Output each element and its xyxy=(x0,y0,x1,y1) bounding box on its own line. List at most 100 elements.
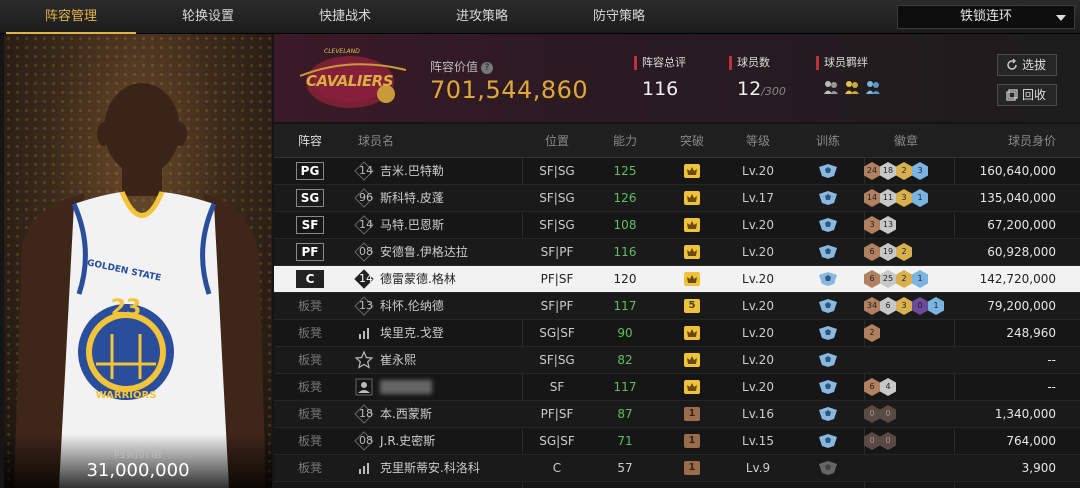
player-name[interactable]: J.R.史密斯 xyxy=(380,428,435,454)
table-row[interactable]: PF 08 安德鲁.伊格达拉 SF|PF 116 Lv.20 6 19 2 60,928,000 xyxy=(274,239,1080,266)
badge-count[interactable]: 3 xyxy=(864,216,880,234)
badge-count[interactable]: 4 xyxy=(880,378,896,396)
training-icon[interactable] xyxy=(817,298,839,314)
col-position[interactable]: 位置 xyxy=(526,124,588,158)
breakthrough-badge[interactable] xyxy=(684,218,700,232)
badge-count[interactable]: 34 xyxy=(864,297,880,315)
col-ability[interactable]: 能力 xyxy=(594,124,656,158)
badge-count[interactable]: 0 xyxy=(880,432,896,450)
table-row[interactable]: C 14 德雷蒙德.格林 PF|SF 120 Lv.20 6 25 2 1 142,720,000 xyxy=(274,266,1080,293)
training-icon[interactable] xyxy=(817,433,839,449)
training-icon[interactable] xyxy=(817,190,839,206)
tab-offense[interactable]: 进攻策略 xyxy=(413,0,551,34)
training-icon[interactable] xyxy=(817,163,839,179)
table-row[interactable]: 板凳 埃里克.戈登 SG|SF 90 Lv.20 2 248,960 xyxy=(274,320,1080,347)
breakthrough-badge[interactable] xyxy=(684,272,700,286)
player-name[interactable]: 克里斯蒂安.科洛科 xyxy=(380,455,480,481)
badge-count[interactable]: 6 xyxy=(880,297,896,315)
table-row[interactable]: 板凳 崔永熙 SF|SG 82 Lv.20 -- xyxy=(274,347,1080,374)
bench-slot[interactable]: 板凳 xyxy=(294,347,326,373)
badge-count[interactable]: 24 xyxy=(864,162,880,180)
badge-count[interactable]: 2 xyxy=(864,324,880,342)
training-icon[interactable] xyxy=(817,379,839,395)
badge-count[interactable]: 0 xyxy=(880,405,896,423)
lineup-slot[interactable]: SF xyxy=(296,216,324,234)
breakthrough-badge[interactable] xyxy=(684,191,700,205)
player-name[interactable]: 马特.巴恩斯 xyxy=(380,212,444,238)
badge-count[interactable]: 2 xyxy=(896,162,912,180)
bond-icons[interactable] xyxy=(816,78,882,96)
lineup-slot[interactable]: C xyxy=(296,270,324,288)
table-row[interactable]: SF 14 马特.巴恩斯 SF|SG 108 Lv.20 3 13 67,200,000 xyxy=(274,212,1080,239)
badge-count[interactable]: 1 xyxy=(912,189,928,207)
badge-count[interactable]: 3 xyxy=(912,162,928,180)
badge-count[interactable]: 19 xyxy=(880,243,896,261)
table-row[interactable]: SG 96 斯科特.皮蓬 SF|SG 126 Lv.17 14 11 3 1 135,040,000 xyxy=(274,185,1080,212)
training-icon[interactable] xyxy=(817,325,839,341)
badge-count[interactable]: 6 xyxy=(864,243,880,261)
training-icon[interactable] xyxy=(817,271,839,287)
lineup-slot[interactable]: PG xyxy=(296,162,324,180)
tab-defense[interactable]: 防守策略 xyxy=(550,0,688,34)
recycle-button[interactable]: 回收 xyxy=(997,84,1057,106)
badge-count[interactable]: 3 xyxy=(896,189,912,207)
col-player-name[interactable]: 球员名 xyxy=(358,124,418,158)
bond-icon-gold[interactable] xyxy=(843,78,861,96)
col-training[interactable]: 训练 xyxy=(798,124,858,158)
col-lineup[interactable]: 阵容 xyxy=(284,124,336,158)
tab-quick-tactics[interactable]: 快捷战术 xyxy=(276,0,414,34)
tab-rotation[interactable]: 轮换设置 xyxy=(139,0,277,34)
badge-count[interactable]: 0 xyxy=(864,432,880,450)
table-row[interactable]: 板凳 克里斯蒂安.科洛科 C 57 1 Lv.9 3,900 xyxy=(274,455,1080,482)
breakthrough-badge[interactable]: 5 xyxy=(684,299,700,313)
breakthrough-badge[interactable] xyxy=(684,164,700,178)
col-badges[interactable]: 徽章 xyxy=(874,124,938,158)
player-name[interactable]: 斯科特.皮蓬 xyxy=(380,185,444,211)
table-row[interactable]: 板凳 SF 117 Lv.20 6 4 -- xyxy=(274,374,1080,401)
badge-count[interactable]: 11 xyxy=(880,189,896,207)
breakthrough-badge[interactable]: 1 xyxy=(684,434,700,448)
player-name[interactable]: 科怀.伦纳德 xyxy=(380,293,444,319)
player-name[interactable]: 崔永熙 xyxy=(380,347,416,373)
breakthrough-badge[interactable] xyxy=(684,245,700,259)
bench-slot[interactable]: 板凳 xyxy=(294,374,326,400)
badge-count[interactable]: 13 xyxy=(880,216,896,234)
player-name[interactable]: 德雷蒙德.格林 xyxy=(380,266,456,292)
help-icon[interactable]: ? xyxy=(481,62,494,74)
breakthrough-badge[interactable] xyxy=(684,380,700,394)
table-row[interactable]: PG 14 吉米.巴特勒 SF|SG 125 Lv.20 24 18 2 3 160,640,000 xyxy=(274,158,1080,185)
breakthrough-badge[interactable]: 1 xyxy=(684,407,700,421)
badge-count[interactable]: 18 xyxy=(880,162,896,180)
table-row[interactable]: 板凳 18 本.西蒙斯 PF|SF 87 1 Lv.16 0 0 1,340,000 xyxy=(274,401,1080,428)
col-level[interactable]: 等级 xyxy=(728,124,788,158)
bond-icon-silver[interactable] xyxy=(822,78,840,96)
table-row[interactable]: 板凳 08 J.R.史密斯 SG|SF 71 1 Lv.15 0 0 764,000 xyxy=(274,428,1080,455)
col-breakthrough[interactable]: 突破 xyxy=(662,124,722,158)
bench-slot[interactable]: 板凳 xyxy=(294,455,326,481)
badge-count[interactable]: 1 xyxy=(912,270,928,288)
bench-slot[interactable]: 板凳 xyxy=(294,428,326,454)
tab-lineup[interactable]: 阵容管理 xyxy=(2,0,140,34)
breakthrough-badge[interactable] xyxy=(684,326,700,340)
player-name[interactable]: 本.西蒙斯 xyxy=(380,401,432,427)
player-name[interactable]: 安德鲁.伊格达拉 xyxy=(380,239,468,265)
badge-count[interactable]: 14 xyxy=(864,189,880,207)
select-button[interactable]: 选拔 xyxy=(997,54,1057,76)
player-name[interactable]: 埃里克.戈登 xyxy=(380,320,444,346)
badge-count[interactable]: 3 xyxy=(896,297,912,315)
badge-count[interactable]: 6 xyxy=(864,378,880,396)
badge-count[interactable]: 6 xyxy=(864,270,880,288)
bench-slot[interactable]: 板凳 xyxy=(294,401,326,427)
badge-count[interactable]: 25 xyxy=(880,270,896,288)
badge-count[interactable]: 0 xyxy=(864,405,880,423)
bond-icon-blue[interactable] xyxy=(864,78,882,96)
lineup-slot[interactable]: PF xyxy=(296,243,324,261)
bench-slot[interactable]: 板凳 xyxy=(294,320,326,346)
bench-slot[interactable]: 板凳 xyxy=(294,293,326,319)
training-icon[interactable] xyxy=(817,352,839,368)
strategy-dropdown[interactable]: 铁锁连环 xyxy=(897,5,1075,29)
breakthrough-badge[interactable] xyxy=(684,353,700,367)
training-icon[interactable] xyxy=(817,406,839,422)
player-name[interactable]: 吉米.巴特勒 xyxy=(380,158,444,184)
lineup-slot[interactable]: SG xyxy=(296,189,324,207)
